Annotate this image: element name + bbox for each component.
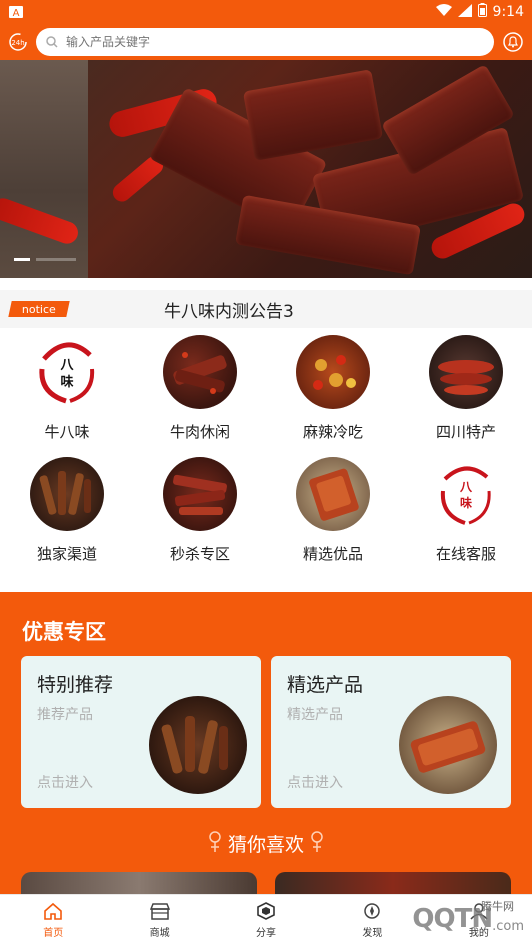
niubawei-logo-icon: 八 味: [30, 335, 104, 409]
nav-home[interactable]: 首页: [0, 895, 106, 944]
banner-indicator: [14, 258, 76, 261]
sichuan-sausage-icon: [429, 335, 503, 409]
flower-right-icon: [310, 830, 324, 857]
watermark-logo: 腾牛网 QQTN .com: [324, 896, 524, 942]
flower-left-icon: [208, 830, 222, 857]
home-icon: [42, 901, 64, 921]
indicator-active: [14, 258, 30, 261]
category-label: 独家渠道: [36, 545, 97, 563]
card-title: 精选产品: [287, 674, 364, 696]
status-time: 9:14: [492, 4, 524, 20]
nav-label: 商城: [149, 927, 170, 939]
battery-icon: [477, 3, 487, 21]
store-icon: [149, 901, 171, 921]
svg-text:八: 八: [459, 480, 473, 494]
promo-title: 优惠专区: [22, 620, 106, 644]
indicator-inactive: [36, 258, 76, 261]
svg-text:24h: 24h: [11, 39, 24, 47]
search-icon: [46, 33, 58, 52]
category-item[interactable]: 八 味 在线客服: [406, 457, 526, 564]
nav-label: 首页: [43, 927, 64, 939]
exclusive-channel-icon: [30, 457, 104, 531]
card-enter-link[interactable]: 点击进入: [37, 772, 93, 792]
card-subtitle: 精选产品: [287, 707, 343, 723]
nav-label: 分享: [256, 927, 277, 939]
category-item[interactable]: 八 味 牛八味: [7, 335, 127, 442]
guess-title: 猜你喜欢: [0, 830, 532, 857]
watermark-suffix: .com: [492, 918, 524, 934]
watermark-sub: 腾牛网: [481, 900, 514, 913]
wifi-icon: [435, 3, 452, 21]
search-input[interactable]: [66, 35, 446, 49]
share-icon: [255, 901, 277, 921]
category-label: 牛肉休闲: [169, 423, 230, 441]
search-box[interactable]: [36, 28, 494, 56]
nav-store[interactable]: 商城: [106, 895, 212, 944]
category-item[interactable]: 牛肉休闲: [140, 335, 260, 442]
promo-section: 优惠专区 特别推荐 推荐产品 点击进入 精选产品 精选产品 点击进入 猜你喜欢: [0, 592, 532, 898]
category-label: 精选优品: [302, 545, 363, 563]
notice-tag: notice: [8, 301, 70, 317]
banner-prev-slide: [0, 60, 88, 278]
category-label: 在线客服: [435, 545, 496, 563]
refresh-24h-icon[interactable]: 24h: [0, 24, 36, 60]
svg-text:味: 味: [460, 495, 472, 510]
category-label: 牛八味: [44, 423, 90, 441]
bell-icon[interactable]: [494, 24, 532, 60]
card-title: 特别推荐: [37, 674, 114, 696]
svg-text:味: 味: [60, 374, 73, 390]
notice-text: 牛八味内测公告3: [164, 301, 294, 322]
category-label: 麻辣冷吃: [302, 423, 363, 441]
category-label: 四川特产: [435, 423, 496, 441]
card-image: [399, 696, 497, 794]
customer-service-logo-icon: 八 味: [429, 457, 503, 531]
category-item[interactable]: 秒杀专区: [140, 457, 260, 564]
svg-text:A: A: [13, 8, 20, 18]
promo-card-recommend[interactable]: 特别推荐 推荐产品 点击进入: [21, 656, 261, 808]
category-grid: 八 味 牛八味 牛肉休闲 麻辣冷吃 四川特产 独家渠道 秒杀专区 精选优品 八 …: [0, 333, 532, 593]
promo-card-selected[interactable]: 精选产品 精选产品 点击进入: [271, 656, 511, 808]
selected-product-icon: [296, 457, 370, 531]
top-bar: 24h: [0, 24, 532, 60]
banner-carousel[interactable]: [0, 60, 532, 278]
signal-icon: [457, 3, 472, 21]
spicy-cold-icon: [296, 335, 370, 409]
notification-icon: A: [8, 5, 24, 19]
nav-share[interactable]: 分享: [213, 895, 319, 944]
category-item[interactable]: 四川特产: [406, 335, 526, 442]
beef-jerky-icon: [163, 335, 237, 409]
card-image: [149, 696, 247, 794]
notice-bar[interactable]: notice 牛八味内测公告3: [0, 290, 532, 328]
status-bar: A 9:14: [0, 0, 532, 24]
flash-sale-icon: [163, 457, 237, 531]
category-item[interactable]: 独家渠道: [7, 457, 127, 564]
category-item[interactable]: 精选优品: [273, 457, 393, 564]
svg-text:八: 八: [59, 358, 74, 373]
category-item[interactable]: 麻辣冷吃: [273, 335, 393, 442]
category-label: 秒杀专区: [169, 545, 230, 563]
card-subtitle: 推荐产品: [37, 707, 93, 723]
banner-image: [88, 60, 532, 278]
card-enter-link[interactable]: 点击进入: [287, 772, 343, 792]
